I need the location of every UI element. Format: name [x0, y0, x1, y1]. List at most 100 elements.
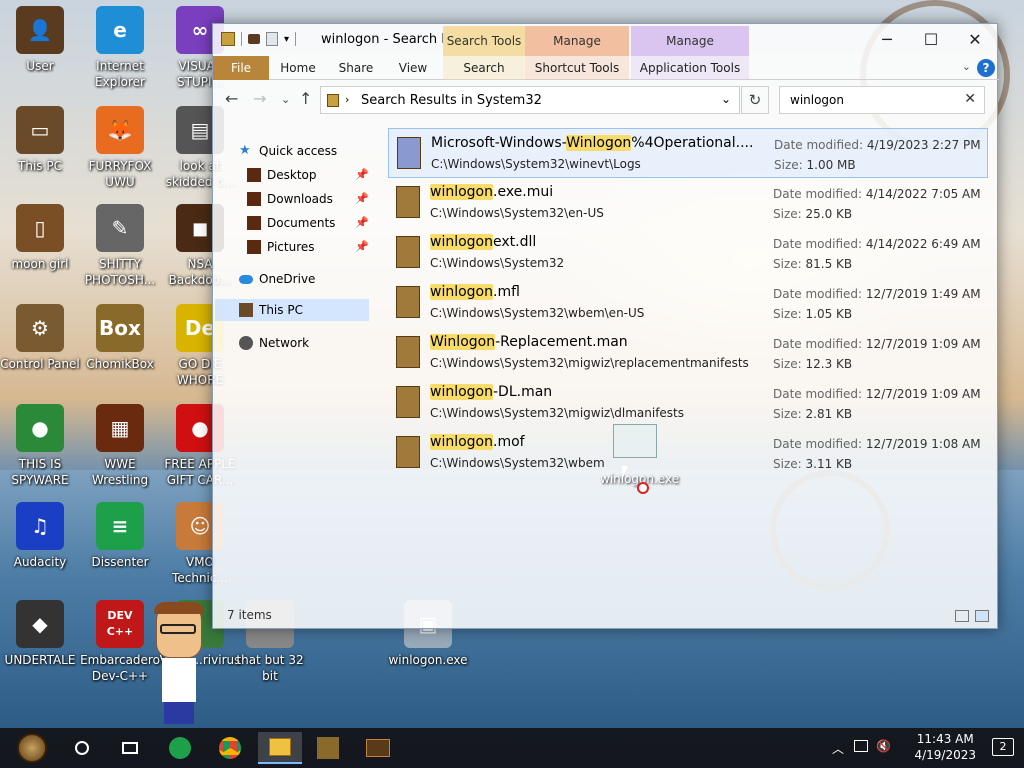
taskbar-chomikbox[interactable]	[308, 732, 348, 764]
start-gear-icon	[17, 733, 47, 763]
nav-downloads[interactable]: Downloads	[247, 188, 333, 210]
back-arrow-icon[interactable]: ←	[225, 89, 238, 108]
nav-network[interactable]: Network	[239, 332, 309, 354]
result-row[interactable]: winlogonext.dll C:\Windows\System32 Date m…	[388, 228, 988, 278]
nav-documents[interactable]: Documents	[247, 212, 335, 234]
desktop-icon[interactable]: ⚙ Control Panel	[0, 304, 82, 372]
date-modified-label: Date modified:	[773, 437, 863, 451]
tab-share[interactable]: Share	[331, 56, 381, 80]
date-modified-label: Date modified:	[773, 187, 863, 201]
size-value: 1.00 MB	[806, 158, 856, 172]
desktop-icon[interactable]: 👤 User	[0, 6, 82, 74]
desktop-icon[interactable]: Box ChomikBox	[78, 304, 162, 372]
network-tray-icon[interactable]	[854, 740, 868, 752]
large-icons-view-icon[interactable]	[975, 610, 989, 622]
desktop-icon[interactable]: ≡ Dissenter	[78, 502, 162, 570]
size-value: 81.5 KB	[805, 257, 853, 271]
pin-icon[interactable]: 📌	[355, 240, 369, 253]
nav-this-pc[interactable]: This PC	[215, 299, 369, 321]
desktop-icon[interactable]: 🦊 FURRYFOX UWU	[78, 106, 162, 190]
recent-locations-chevron-icon[interactable]: ⌄	[281, 93, 290, 106]
taskbar-file-explorer[interactable]	[258, 732, 302, 764]
result-file-name: Microsoft-Windows-Winlogon%4Operational.…	[431, 135, 753, 151]
date-modified-value: 4/14/2022 6:49 AM	[865, 237, 981, 251]
tab-shortcut-tools[interactable]: Shortcut Tools	[525, 56, 629, 80]
navigation-pane: ★ Quick access Desktop 📌 Downloads 📌 Doc…	[213, 132, 373, 602]
breadcrumb-chevron-icon[interactable]: ›	[345, 93, 349, 106]
size-label: Size:	[773, 457, 802, 471]
result-file-name: winlogon.exe.mui	[430, 184, 553, 200]
show-hidden-icons-chevron-icon[interactable]: ︿	[832, 740, 844, 757]
start-button[interactable]	[12, 732, 52, 764]
result-file-path: C:\Windows\System32\migwiz\dlmanifests	[430, 406, 685, 420]
help-icon[interactable]: ?	[977, 59, 995, 77]
volume-muted-icon[interactable]: 🔇	[876, 739, 891, 753]
maximize-button[interactable]: ☐	[909, 28, 953, 52]
cortana-button[interactable]	[62, 732, 102, 764]
customize-chevron-icon[interactable]: ▾	[284, 34, 289, 45]
file-name-suffix: .mfl	[493, 284, 520, 300]
desktop-icon[interactable]: ◆ UNDERTALE	[0, 600, 82, 668]
address-bar[interactable]: › Search Results in System32 ⌄	[320, 86, 740, 114]
desktop-icon-label: Dissenter	[91, 555, 149, 569]
desktop-icon-label: winlogon.exe	[388, 653, 468, 667]
tab-file[interactable]: File	[213, 56, 269, 80]
taskbar-dissenter[interactable]	[160, 732, 200, 764]
file-name-highlight: winlogon	[430, 284, 493, 300]
up-arrow-icon[interactable]: ↑	[299, 89, 312, 108]
desktop-icon[interactable]: ▭ This PC	[0, 106, 82, 174]
desktop-app-icon: DEV C++	[96, 600, 144, 648]
desktop-icon[interactable]: ♫ Audacity	[0, 502, 82, 570]
result-row[interactable]: winlogon.exe.mui C:\Windows\System32\en-U…	[388, 178, 988, 228]
result-file-path: C:\Windows\System32\en-US	[430, 206, 604, 220]
desktop-icon[interactable]: ▦ WWE Wrestling	[78, 404, 162, 488]
pin-icon[interactable]: 📌	[355, 216, 369, 229]
desktop-icon-label: SHITTY PHOTOSH...	[84, 257, 156, 287]
nav-pictures[interactable]: Pictures	[247, 236, 315, 258]
nav-desktop[interactable]: Desktop	[247, 164, 317, 186]
forward-arrow-icon[interactable]: →	[253, 89, 266, 108]
task-view-button[interactable]	[110, 732, 150, 764]
tab-application-tools[interactable]: Application Tools	[631, 56, 749, 80]
desktop-icon[interactable]: ▯ moon girl	[0, 204, 82, 272]
taskbar-chrome[interactable]	[210, 732, 250, 764]
ribbon-expand-chevron-icon[interactable]: ⌄	[962, 60, 971, 73]
desktop-app-icon: ▦	[96, 404, 144, 452]
desktop-icon[interactable]: e Internet Explorer	[78, 6, 162, 90]
result-size: Size: 3.11 KB	[773, 457, 852, 471]
close-button[interactable]: ✕	[953, 28, 997, 52]
system-clock[interactable]: 11:43 AM 4/19/2023	[914, 731, 976, 763]
date-modified-label: Date modified:	[773, 237, 863, 251]
refresh-button[interactable]: ↻	[741, 86, 769, 114]
properties-icon[interactable]	[248, 34, 260, 44]
result-row[interactable]: Microsoft-Windows-Winlogon%4Operational.…	[388, 128, 988, 178]
desktop-icon[interactable]: ✎ SHITTY PHOTOSH...	[78, 204, 162, 288]
desktop-icon[interactable]: ● THIS IS SPYWARE	[0, 404, 82, 488]
size-label: Size:	[773, 407, 802, 421]
desktop-icon-label: WWE Wrestling	[91, 457, 149, 487]
action-center-button[interactable]: 2	[992, 738, 1014, 756]
tab-home[interactable]: Home	[273, 56, 323, 80]
tab-view[interactable]: View	[389, 56, 437, 80]
result-row[interactable]: winlogon.mfl C:\Windows\System32\wbem\en-…	[388, 278, 988, 328]
address-dropdown-chevron-icon[interactable]: ⌄	[721, 92, 731, 106]
title-bar[interactable]: ▾ winlogon - Search R... Search Tools Ma…	[213, 24, 999, 56]
nav-onedrive[interactable]: OneDrive	[239, 268, 315, 290]
search-box[interactable]: winlogon ✕	[779, 86, 985, 114]
new-folder-icon[interactable]	[266, 32, 278, 46]
minimize-button[interactable]: ─	[865, 28, 909, 52]
pin-icon[interactable]: 📌	[355, 192, 369, 205]
pin-icon[interactable]: 📌	[355, 168, 369, 181]
taskbar-app[interactable]	[358, 732, 398, 764]
result-file-path: C:\Windows\System32\migwiz\replacementma…	[430, 356, 749, 370]
details-view-icon[interactable]	[955, 610, 969, 622]
desktop-icon-label: that but 32 bit	[236, 653, 304, 683]
clear-search-icon[interactable]: ✕	[964, 91, 976, 107]
date-modified-value: 12/7/2019 1:09 AM	[865, 337, 981, 351]
result-row[interactable]: Winlogon-Replacement.man C:\Windows\Syste…	[388, 328, 988, 378]
nav-quick-access[interactable]: ★ Quick access	[239, 140, 337, 162]
search-input[interactable]: winlogon	[790, 93, 844, 107]
result-row[interactable]: winlogon.mof C:\Windows\System32\wbem Date…	[388, 428, 988, 478]
result-row[interactable]: winlogon-DL.man C:\Windows\System32\migwi…	[388, 378, 988, 428]
tab-search[interactable]: Search	[443, 56, 525, 80]
